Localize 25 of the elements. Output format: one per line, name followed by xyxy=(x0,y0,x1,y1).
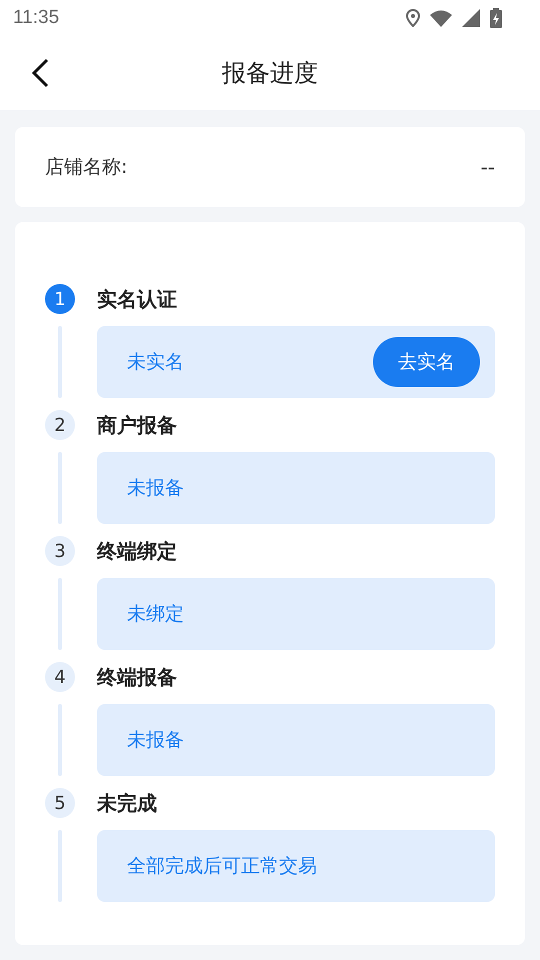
step-title: 终端报备 xyxy=(97,664,177,690)
signal-icon xyxy=(462,9,480,27)
step-number: 2 xyxy=(45,410,75,440)
step-number: 3 xyxy=(45,536,75,566)
step-title: 商户报备 xyxy=(97,412,177,438)
store-name-value: -- xyxy=(480,155,495,179)
location-icon xyxy=(406,9,420,27)
battery-icon xyxy=(490,8,502,28)
step-title: 实名认证 xyxy=(97,286,177,312)
step-title: 未完成 xyxy=(97,790,157,816)
step-number: 4 xyxy=(45,662,75,692)
step-status: 未报备 xyxy=(127,728,184,753)
step-title: 终端绑定 xyxy=(97,538,177,564)
verify-button[interactable]: 去实名 xyxy=(373,337,480,387)
step-status: 未报备 xyxy=(127,476,184,501)
step-number: 1 xyxy=(45,284,75,314)
step-status: 未绑定 xyxy=(127,602,184,627)
page-title: 报备进度 xyxy=(222,58,318,89)
wifi-icon xyxy=(430,10,452,26)
back-icon[interactable] xyxy=(31,58,49,88)
step-number: 5 xyxy=(45,788,75,818)
step-status: 未实名 xyxy=(127,350,184,375)
status-time: 11:35 xyxy=(13,7,60,29)
store-name-label: 店铺名称: xyxy=(45,155,128,180)
step-status: 全部完成后可正常交易 xyxy=(127,854,317,879)
